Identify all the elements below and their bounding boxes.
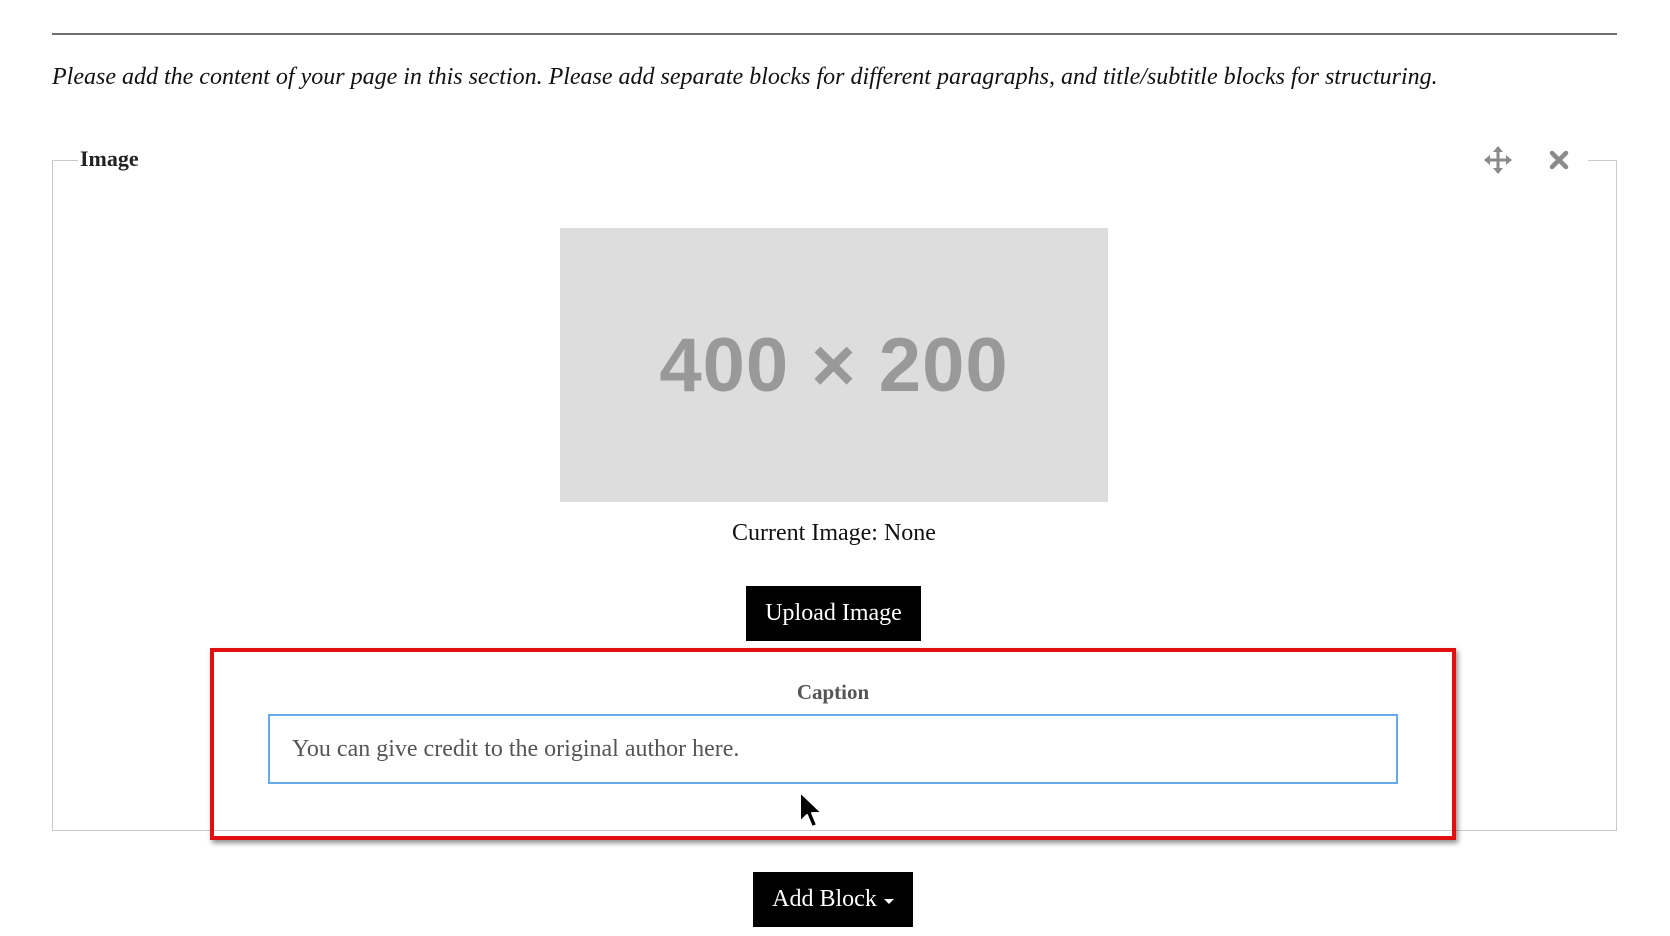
caption-label: Caption — [796, 680, 870, 704]
move-arrows-icon[interactable] — [1484, 146, 1512, 174]
upload-image-button[interactable]: Upload Image — [746, 586, 921, 641]
block-border-top-right — [1588, 160, 1616, 161]
close-icon[interactable] — [1548, 149, 1570, 171]
section-instructions: Please add the content of your page in t… — [52, 64, 1438, 90]
image-block-title: Image — [80, 146, 139, 171]
current-image-status: Current Image: None — [732, 520, 936, 546]
placeholder-dimensions: 400 × 200 — [659, 322, 1009, 408]
add-block-label: Add Block — [772, 886, 877, 912]
page: Please add the content of your page in t… — [0, 0, 1670, 936]
caret-down-icon — [883, 899, 894, 904]
caption-input[interactable] — [268, 714, 1398, 784]
top-divider — [52, 33, 1617, 35]
block-border-top-left — [52, 160, 78, 161]
mouse-pointer-icon — [798, 790, 824, 830]
add-block-button[interactable]: Add Block — [753, 872, 913, 927]
image-placeholder: 400 × 200 — [560, 228, 1108, 502]
